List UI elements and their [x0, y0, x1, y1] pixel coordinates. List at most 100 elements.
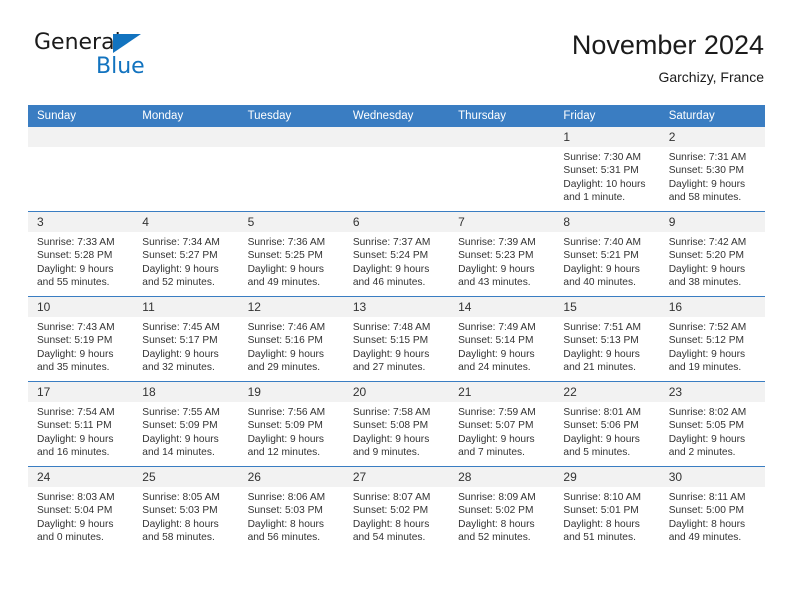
- calendar-day-cell[interactable]: 10 Sunrise: 7:43 AM Sunset: 5:19 PM Dayligh…: [28, 296, 134, 382]
- calendar-day-cell[interactable]: 16 Sunrise: 7:52 AM Sunset: 5:12 PM Dayligh…: [659, 296, 765, 382]
- calendar-day-cell-empty: [133, 127, 239, 212]
- calendar-day-cell[interactable]: 2 Sunrise: 7:31 AM Sunset: 5:30 PM Daylight…: [659, 127, 765, 212]
- calendar-day-cell[interactable]: 29 Sunrise: 8:10 AM Sunset: 5:01 PM Dayligh…: [554, 466, 660, 551]
- sunset-time: Sunset: 5:25 PM: [247, 250, 323, 262]
- brand-logo[interactable]: General Blue: [34, 30, 234, 90]
- day-details: Sunrise: 8:03 AM Sunset: 5:04 PM Daylight:…: [28, 487, 133, 545]
- day-details: Sunrise: 8:06 AM Sunset: 5:03 PM Daylight:…: [239, 487, 344, 545]
- calendar-day-cell[interactable]: 23 Sunrise: 8:02 AM Sunset: 5:05 PM Dayligh…: [659, 381, 765, 467]
- day-number: 12: [238, 297, 344, 317]
- day-number: 30: [659, 467, 765, 487]
- sunset-time: Sunset: 5:15 PM: [352, 335, 429, 347]
- sunset-time: Sunset: 5:04 PM: [37, 505, 113, 517]
- daylight-duration-line2: and 52 minutes.: [142, 277, 215, 289]
- calendar-day-cell[interactable]: 3 Sunrise: 7:33 AM Sunset: 5:28 PM Daylight…: [28, 211, 134, 297]
- calendar-day-cell[interactable]: 19 Sunrise: 7:56 AM Sunset: 5:09 PM Dayligh…: [238, 381, 344, 467]
- day-number: 11: [133, 297, 239, 317]
- daylight-duration-line2: and 58 minutes.: [668, 192, 742, 204]
- calendar-day-cell[interactable]: 21 Sunrise: 7:59 AM Sunset: 5:07 PM Dayligh…: [449, 381, 555, 467]
- calendar-day-cell[interactable]: 7 Sunrise: 7:39 AM Sunset: 5:23 PM Daylight…: [449, 211, 555, 297]
- day-details: Sunrise: 8:01 AM Sunset: 5:06 PM Daylight:…: [554, 402, 659, 460]
- calendar-day-cell[interactable]: 18 Sunrise: 7:55 AM Sunset: 5:09 PM Dayligh…: [133, 381, 239, 467]
- daylight-duration-line1: Daylight: 9 hours: [563, 348, 640, 360]
- sunrise-time: Sunrise: 7:51 AM: [563, 322, 641, 333]
- calendar-day-cell[interactable]: 15 Sunrise: 7:51 AM Sunset: 5:13 PM Dayligh…: [554, 296, 660, 382]
- daylight-duration-line2: and 0 minutes.: [37, 532, 104, 544]
- calendar-week-row: 1 Sunrise: 7:30 AM Sunset: 5:31 PM Daylight…: [28, 127, 765, 212]
- calendar-body: 1 Sunrise: 7:30 AM Sunset: 5:31 PM Daylight…: [28, 127, 765, 551]
- calendar-day-cell[interactable]: 5 Sunrise: 7:36 AM Sunset: 5:25 PM Daylight…: [238, 211, 344, 297]
- day-number: 29: [554, 467, 660, 487]
- day-number: 13: [343, 297, 450, 317]
- brand-top-row: General: [34, 30, 234, 56]
- day-number: 27: [343, 467, 450, 487]
- sunset-time: Sunset: 5:08 PM: [352, 420, 429, 432]
- daylight-duration-line1: Daylight: 9 hours: [352, 348, 430, 360]
- daylight-duration-line1: Daylight: 9 hours: [142, 263, 219, 275]
- daylight-duration-line2: and 27 minutes.: [352, 362, 426, 374]
- calendar-day-cell-empty: [238, 127, 344, 212]
- calendar-day-cell[interactable]: 17 Sunrise: 7:54 AM Sunset: 5:11 PM Dayligh…: [28, 381, 134, 467]
- sunset-time: Sunset: 5:01 PM: [563, 505, 639, 517]
- daylight-duration-line1: Daylight: 9 hours: [247, 348, 325, 360]
- calendar-day-cell[interactable]: 11 Sunrise: 7:45 AM Sunset: 5:17 PM Dayligh…: [133, 296, 239, 382]
- daylight-duration-line2: and 1 minute.: [563, 192, 626, 204]
- calendar-day-cell[interactable]: 4 Sunrise: 7:34 AM Sunset: 5:27 PM Daylight…: [133, 211, 239, 297]
- calendar-day-cell[interactable]: 9 Sunrise: 7:42 AM Sunset: 5:20 PM Daylight…: [659, 211, 765, 297]
- sunrise-time: Sunrise: 7:36 AM: [247, 237, 326, 248]
- calendar-day-cell[interactable]: 28 Sunrise: 8:09 AM Sunset: 5:02 PM Dayligh…: [449, 466, 555, 551]
- day-details: Sunrise: 7:46 AM Sunset: 5:16 PM Daylight:…: [239, 317, 344, 375]
- day-details: Sunrise: 7:30 AM Sunset: 5:31 PM Daylight:…: [554, 147, 659, 205]
- daylight-duration-line1: Daylight: 9 hours: [37, 263, 114, 275]
- day-details: Sunrise: 8:02 AM Sunset: 5:05 PM Daylight:…: [660, 402, 765, 460]
- page-header: General Blue November 2024 Garchizy, Fra…: [28, 28, 764, 92]
- daylight-duration-line1: Daylight: 9 hours: [458, 433, 535, 445]
- daylight-duration-line1: Daylight: 9 hours: [142, 433, 219, 445]
- calendar-day-cell[interactable]: 1 Sunrise: 7:30 AM Sunset: 5:31 PM Daylight…: [554, 127, 660, 212]
- daylight-duration-line2: and 40 minutes.: [563, 277, 636, 289]
- calendar-week-row: 3 Sunrise: 7:33 AM Sunset: 5:28 PM Daylight…: [28, 211, 765, 297]
- daylight-duration-line2: and 16 minutes.: [37, 447, 110, 459]
- daylight-duration-line2: and 7 minutes.: [458, 447, 525, 459]
- calendar-day-cell[interactable]: 13 Sunrise: 7:48 AM Sunset: 5:15 PM Dayligh…: [343, 296, 450, 382]
- sunset-time: Sunset: 5:30 PM: [668, 165, 745, 177]
- sunset-time: Sunset: 5:20 PM: [668, 250, 745, 262]
- daylight-duration-line2: and 24 minutes.: [458, 362, 531, 374]
- calendar-day-cell[interactable]: 6 Sunrise: 7:37 AM Sunset: 5:24 PM Daylight…: [343, 211, 450, 297]
- day-details: Sunrise: 8:11 AM Sunset: 5:00 PM Daylight:…: [660, 487, 765, 545]
- daylight-duration-line1: Daylight: 9 hours: [142, 348, 219, 360]
- title-block: November 2024 Garchizy, France: [572, 28, 764, 88]
- calendar-day-cell[interactable]: 27 Sunrise: 8:07 AM Sunset: 5:02 PM Dayligh…: [343, 466, 450, 551]
- daylight-duration-line1: Daylight: 9 hours: [563, 263, 640, 275]
- calendar-day-cell[interactable]: 26 Sunrise: 8:06 AM Sunset: 5:03 PM Dayligh…: [238, 466, 344, 551]
- sunset-time: Sunset: 5:07 PM: [458, 420, 534, 432]
- calendar-day-cell[interactable]: 25 Sunrise: 8:05 AM Sunset: 5:03 PM Dayligh…: [133, 466, 239, 551]
- sunrise-time: Sunrise: 7:48 AM: [352, 322, 431, 333]
- calendar-page: General Blue November 2024 Garchizy, Fra…: [0, 0, 792, 612]
- daylight-duration-line1: Daylight: 9 hours: [37, 348, 114, 360]
- daylight-duration-line2: and 5 minutes.: [563, 447, 631, 459]
- sunrise-time: Sunrise: 8:10 AM: [563, 492, 641, 503]
- calendar-day-cell[interactable]: 30 Sunrise: 8:11 AM Sunset: 5:00 PM Dayligh…: [659, 466, 765, 551]
- calendar-day-cell[interactable]: 24 Sunrise: 8:03 AM Sunset: 5:04 PM Dayligh…: [28, 466, 134, 551]
- daylight-duration-line1: Daylight: 9 hours: [668, 263, 746, 275]
- calendar-day-cell[interactable]: 14 Sunrise: 7:49 AM Sunset: 5:14 PM Dayligh…: [449, 296, 555, 382]
- daylight-duration-line1: Daylight: 8 hours: [458, 518, 535, 530]
- calendar-table: Sunday Monday Tuesday Wednesday Thursday Frid…: [28, 105, 765, 551]
- sunrise-time: Sunrise: 8:11 AM: [668, 492, 746, 503]
- day-number: 17: [28, 382, 134, 402]
- daylight-duration-line2: and 51 minutes.: [563, 532, 636, 544]
- day-details: Sunrise: 7:36 AM Sunset: 5:25 PM Daylight:…: [239, 232, 344, 290]
- calendar-day-cell[interactable]: 20 Sunrise: 7:58 AM Sunset: 5:08 PM Dayligh…: [343, 381, 450, 467]
- calendar-header-row: Sunday Monday Tuesday Wednesday Thursday Frid…: [28, 105, 765, 127]
- sunset-time: Sunset: 5:02 PM: [352, 505, 429, 517]
- calendar-day-cell-empty: [28, 127, 134, 212]
- calendar-day-cell[interactable]: 8 Sunrise: 7:40 AM Sunset: 5:21 PM Daylight…: [554, 211, 660, 297]
- sunset-time: Sunset: 5:00 PM: [668, 505, 745, 517]
- day-number: 26: [238, 467, 344, 487]
- calendar-day-cell[interactable]: 22 Sunrise: 8:01 AM Sunset: 5:06 PM Dayligh…: [554, 381, 660, 467]
- day-details: Sunrise: 7:59 AM Sunset: 5:07 PM Daylight:…: [449, 402, 554, 460]
- day-number: 10: [28, 297, 134, 317]
- calendar-day-cell[interactable]: 12 Sunrise: 7:46 AM Sunset: 5:16 PM Dayligh…: [238, 296, 344, 382]
- day-details: Sunrise: 7:39 AM Sunset: 5:23 PM Daylight:…: [449, 232, 554, 290]
